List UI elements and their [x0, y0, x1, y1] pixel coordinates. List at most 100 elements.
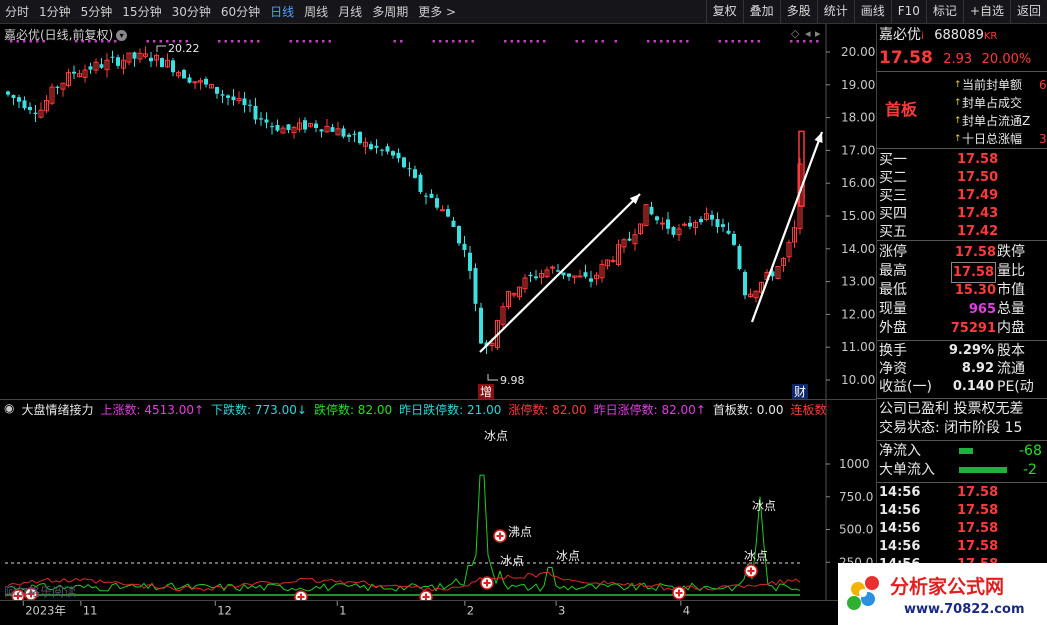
candle-body	[666, 219, 670, 229]
stat-value: 15.30	[954, 283, 996, 298]
signal-dot	[686, 40, 689, 43]
period-tab[interactable]: 15分钟	[117, 3, 166, 20]
fund-value: 8.92	[961, 361, 994, 376]
tick-row: 14:56 17.58	[877, 484, 1047, 502]
period-tab[interactable]: 月线	[333, 3, 367, 20]
candle-body	[396, 152, 401, 159]
tick-price: 17.58	[957, 485, 999, 500]
period-tab[interactable]: 30分钟	[167, 3, 216, 20]
indicator-chart[interactable]: 1000750.0500.0250.0冰点沸点冰点 冰点冰点冰点阿尔格乐阅读	[0, 400, 876, 600]
period-tab[interactable]: 5分钟	[76, 3, 118, 20]
candle-body	[99, 64, 104, 68]
signal-dot	[816, 40, 819, 43]
signal-dot	[250, 40, 253, 43]
candle-body	[655, 216, 659, 221]
period-tab[interactable]: 多周期	[367, 3, 413, 20]
stat-label: 最高	[879, 263, 907, 279]
period-tab[interactable]: 周线	[299, 3, 333, 20]
y-tick-label: 13.00	[841, 275, 875, 289]
tool-button[interactable]: 返回	[1009, 0, 1047, 24]
signal-dot	[465, 40, 468, 43]
bid-row[interactable]: 买二 17.50	[877, 169, 1047, 187]
candle-body	[17, 97, 21, 102]
chevron-left-icon: ◂	[805, 27, 811, 40]
chart-background	[0, 24, 876, 400]
candle-body	[11, 95, 16, 98]
period-tab[interactable]: 更多 >	[413, 3, 461, 20]
candle-body	[358, 131, 362, 144]
candle	[160, 57, 164, 68]
chart-title[interactable]: 嘉必优(日线,前复权) ▾	[4, 26, 128, 43]
x-tick-label: 1	[339, 603, 346, 617]
tool-button[interactable]: 统计	[816, 0, 854, 24]
chevron-down-icon[interactable]: ▾	[116, 30, 128, 41]
fund-value: 0.140	[952, 379, 994, 394]
tool-button[interactable]: F10	[890, 0, 926, 24]
x-tick-label: 11	[83, 603, 98, 617]
tool-button[interactable]: 叠加	[742, 0, 780, 24]
bid-row[interactable]: 买四 17.43	[877, 205, 1047, 223]
net-inflow-row: 净流入 -68	[879, 443, 1042, 459]
candle-body	[72, 71, 76, 74]
tool-button[interactable]: 画线	[853, 0, 891, 24]
candle-body	[215, 87, 219, 94]
tool-button[interactable]: +自选	[962, 0, 1010, 24]
candle-body	[380, 149, 384, 151]
candle-body	[451, 220, 456, 227]
candle	[737, 244, 742, 271]
candle-body	[116, 57, 120, 66]
signal-dot	[510, 40, 513, 43]
period-tab[interactable]: 1分钟	[34, 3, 76, 20]
tick-time: 14:56	[879, 503, 921, 518]
signal-dot	[653, 40, 656, 43]
big-inflow-bar	[959, 467, 1007, 473]
candle	[457, 225, 461, 246]
candlestick-chart[interactable]: 20.00 19.00 18.00 17.00 16.00 15.00 14.00 13.00…	[0, 24, 876, 400]
code-badge: KR	[983, 31, 998, 42]
info-mark-icon[interactable]: i	[921, 31, 924, 42]
site-watermark: 分析家公式网 www.70822.com	[838, 563, 1047, 625]
candle-body	[556, 270, 560, 272]
stat-tail-label: 内盘	[997, 320, 1025, 336]
bid-row[interactable]: 买三 17.49	[877, 187, 1047, 205]
high-label: 20.22	[168, 42, 200, 55]
candle-body	[583, 272, 588, 277]
candle-body	[528, 274, 533, 277]
seal-label: 封单占成交	[962, 96, 1023, 110]
indicator-legend-item: 下跌数: 773.00↓	[211, 403, 307, 417]
y-tick-label: 14.00	[841, 242, 875, 256]
tool-button[interactable]: 复权	[705, 0, 743, 24]
candle-body	[715, 219, 720, 227]
period-tab[interactable]: 日线	[265, 3, 299, 20]
indicator-toggle-icon[interactable]: ◉	[4, 401, 14, 417]
seal-label: 十日总涨幅	[962, 132, 1023, 146]
candle-body	[110, 56, 115, 58]
candle-body	[55, 86, 60, 88]
bid-row[interactable]: 买五 17.42	[877, 223, 1047, 241]
signal-dot	[452, 40, 455, 43]
period-tab[interactable]: 60分钟	[216, 3, 265, 20]
candle	[402, 156, 406, 169]
signal-dot	[660, 40, 663, 43]
tool-button[interactable]: 多股	[779, 0, 817, 24]
bid-row[interactable]: 买一 17.58	[877, 151, 1047, 169]
seal-label: 封单占流通Z	[962, 114, 1031, 128]
candle-body	[462, 243, 467, 251]
period-tab[interactable]: 分时	[0, 3, 34, 20]
candle-body	[688, 222, 692, 227]
indicator-name[interactable]: 大盘情绪接力	[21, 401, 93, 417]
candle-body	[732, 233, 736, 245]
cai-badge-text: 财	[794, 385, 806, 399]
signal-dot	[790, 40, 793, 43]
y-tick-label: 10.00	[841, 373, 875, 387]
stat-value: 965	[968, 302, 996, 317]
tool-button[interactable]: 标记	[925, 0, 963, 24]
signal-dot	[153, 40, 156, 43]
signal-dot	[296, 40, 299, 43]
stock-header[interactable]: 嘉必优i 688089KR	[877, 24, 1047, 46]
signal-dot	[523, 40, 526, 43]
signal-dot	[244, 40, 247, 43]
candle-body	[627, 238, 632, 241]
big-inflow-row: 大单流入 -2	[879, 462, 1037, 478]
plus-circle-icon	[294, 590, 308, 600]
